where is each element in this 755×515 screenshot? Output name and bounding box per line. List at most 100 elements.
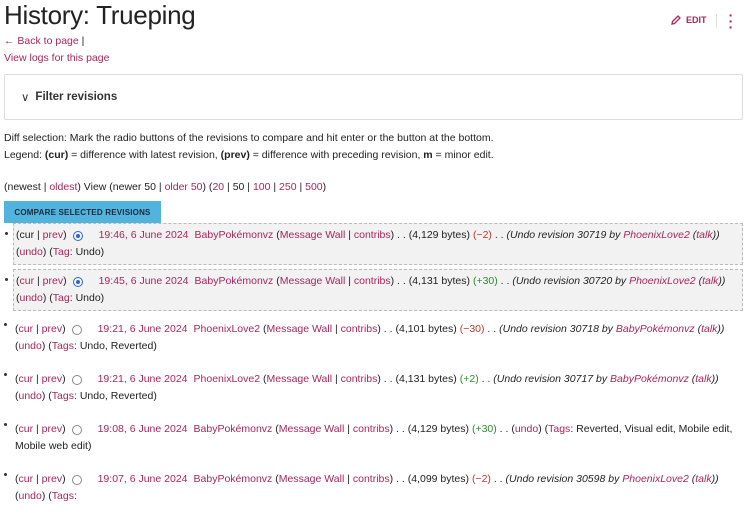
prev-link[interactable]: prev (43, 229, 63, 241)
summary-talk-link[interactable]: talk (701, 323, 717, 335)
summary-talk-link[interactable]: talk (702, 275, 718, 287)
tags-list: Undo (75, 292, 101, 304)
edit-summary: (Undo revision 30717 by BabyPokémonvz (t… (493, 373, 719, 385)
prev-link[interactable]: prev (42, 373, 62, 385)
cur-link[interactable]: cur (20, 275, 35, 287)
size-diff: (+2) (459, 373, 479, 385)
message-wall-link[interactable]: Message Wall (279, 423, 345, 435)
contribs-link[interactable]: contribs (353, 423, 390, 435)
revision-date-link[interactable]: 19:21, 6 June 2024 (98, 323, 188, 335)
contribs-link[interactable]: contribs (354, 229, 391, 241)
prev-link[interactable]: prev (43, 275, 63, 287)
message-wall-link[interactable]: Message Wall (280, 275, 346, 287)
revision-date-link[interactable]: 19:46, 6 June 2024 (99, 229, 189, 241)
limit-20[interactable]: 20 (212, 181, 224, 193)
tags-list: Undo, Reverted (79, 390, 154, 402)
filter-revisions-toggle[interactable]: ∨ Filter revisions (4, 74, 743, 120)
revision-date-link[interactable]: 19:45, 6 June 2024 (99, 275, 189, 287)
cur-link[interactable]: cur (19, 323, 34, 335)
summary-text: Undo revision 30598 by (509, 473, 620, 485)
bullet (4, 323, 7, 326)
message-wall-link[interactable]: Message Wall (267, 323, 333, 335)
undo-link[interactable]: undo (515, 423, 538, 435)
edit-button[interactable]: EDIT (670, 14, 707, 26)
tags-list: Undo (75, 246, 101, 258)
undo-link[interactable]: undo (19, 340, 42, 352)
older-link[interactable]: older 50 (165, 181, 203, 193)
tags-link[interactable]: Tag (53, 246, 70, 258)
undo-link[interactable]: undo (20, 292, 43, 304)
summary-user-link[interactable]: PhoenixLove2 (622, 473, 689, 485)
revision-radio[interactable] (71, 325, 82, 335)
revision-radio[interactable] (72, 231, 83, 241)
size-diff: (−30) (459, 323, 485, 335)
contribs-link[interactable]: contribs (354, 275, 391, 287)
summary-talk-link[interactable]: talk (696, 229, 712, 241)
limit-100[interactable]: 100 (253, 181, 271, 193)
filter-label: Filter revisions (35, 91, 118, 103)
user-link[interactable]: PhoenixLove2 (194, 373, 261, 385)
edit-label: EDIT (686, 15, 707, 25)
prev-link[interactable]: prev (42, 423, 62, 435)
cur-link[interactable]: cur (19, 373, 34, 385)
revision-date-link[interactable]: 19:21, 6 June 2024 (98, 373, 188, 385)
legend-text: Legend: (cur) = difference with latest r… (4, 149, 494, 161)
tags-link[interactable]: Tags (52, 490, 74, 502)
revision-radio[interactable] (71, 375, 82, 385)
back-to-page-link[interactable]: Back to page (17, 35, 78, 47)
revision-row: (cur | prev) 19:08, 6 June 2024 BabyPokémo… (4, 415, 743, 461)
message-wall-link[interactable]: Message Wall (280, 229, 346, 241)
summary-user-link[interactable]: BabyPokémonvz (610, 373, 689, 385)
revision-row: (cur | prev) 19:21, 6 June 2024 PhoenixLov… (4, 365, 743, 411)
user-link[interactable]: BabyPokémonvz (194, 473, 273, 485)
user-link[interactable]: PhoenixLove2 (194, 323, 261, 335)
revision-radio[interactable] (71, 425, 82, 435)
more-options-icon[interactable]: · · · (728, 8, 734, 34)
message-wall-link[interactable]: Message Wall (279, 473, 345, 485)
undo-link[interactable]: undo (19, 390, 42, 402)
cur-link: cur (19, 229, 35, 241)
summary-text: Undo revision 30720 by (515, 275, 627, 287)
pencil-icon (671, 15, 681, 25)
tags-link[interactable]: Tags (52, 340, 74, 352)
view-logs-link[interactable]: View logs for this page (4, 52, 109, 64)
user-link[interactable]: BabyPokémonvz (194, 423, 273, 435)
limit-500[interactable]: 500 (305, 181, 323, 193)
oldest-link[interactable]: oldest (49, 181, 77, 193)
user-link[interactable]: BabyPokémonvz (195, 275, 274, 287)
pagination: (newest | oldest) View (newer 50 | older… (4, 181, 327, 193)
summary-user-link[interactable]: PhoenixLove2 (629, 275, 696, 287)
revision-date-link[interactable]: 19:07, 6 June 2024 (98, 473, 188, 485)
newest-label: newest (7, 181, 41, 193)
revision-radio[interactable] (72, 277, 83, 287)
size-diff: (−2) (472, 229, 492, 241)
tags-link[interactable]: Tags (52, 390, 74, 402)
tags-link[interactable]: Tag (53, 292, 70, 304)
prev-link[interactable]: prev (42, 323, 62, 335)
limit-250[interactable]: 250 (279, 181, 297, 193)
edit-summary: (Undo revision 30719 by PhoenixLove2 (ta… (506, 229, 720, 241)
contribs-link[interactable]: contribs (341, 323, 378, 335)
summary-user-link[interactable]: PhoenixLove2 (623, 229, 690, 241)
revision-radio[interactable] (71, 475, 82, 485)
summary-user-link[interactable]: BabyPokémonvz (616, 323, 695, 335)
prev-link[interactable]: prev (42, 473, 62, 485)
user-link[interactable]: BabyPokémonvz (195, 229, 274, 241)
compare-selected-revisions-button[interactable]: COMPARE SELECTED REVISIONS (4, 201, 161, 223)
undo-link[interactable]: undo (19, 490, 42, 502)
undo-link[interactable]: undo (20, 246, 43, 258)
cur-link[interactable]: cur (19, 423, 34, 435)
message-wall-link[interactable]: Message Wall (267, 373, 333, 385)
contribs-link[interactable]: contribs (341, 373, 378, 385)
contribs-link[interactable]: contribs (353, 473, 390, 485)
revision-date-link[interactable]: 19:08, 6 June 2024 (98, 423, 188, 435)
size-diff: (−2) (471, 473, 491, 485)
summary-text: Undo revision 30718 by (502, 323, 613, 335)
summary-talk-link[interactable]: talk (695, 373, 711, 385)
summary-talk-link[interactable]: talk (695, 473, 711, 485)
tags-link[interactable]: Tags (548, 423, 570, 435)
diff-selection-text: Diff selection: Mark the radio buttons o… (4, 132, 494, 144)
back-arrow-icon[interactable]: ← (4, 35, 15, 47)
byte-size: 4,101 bytes (398, 323, 454, 335)
cur-link[interactable]: cur (19, 473, 34, 485)
